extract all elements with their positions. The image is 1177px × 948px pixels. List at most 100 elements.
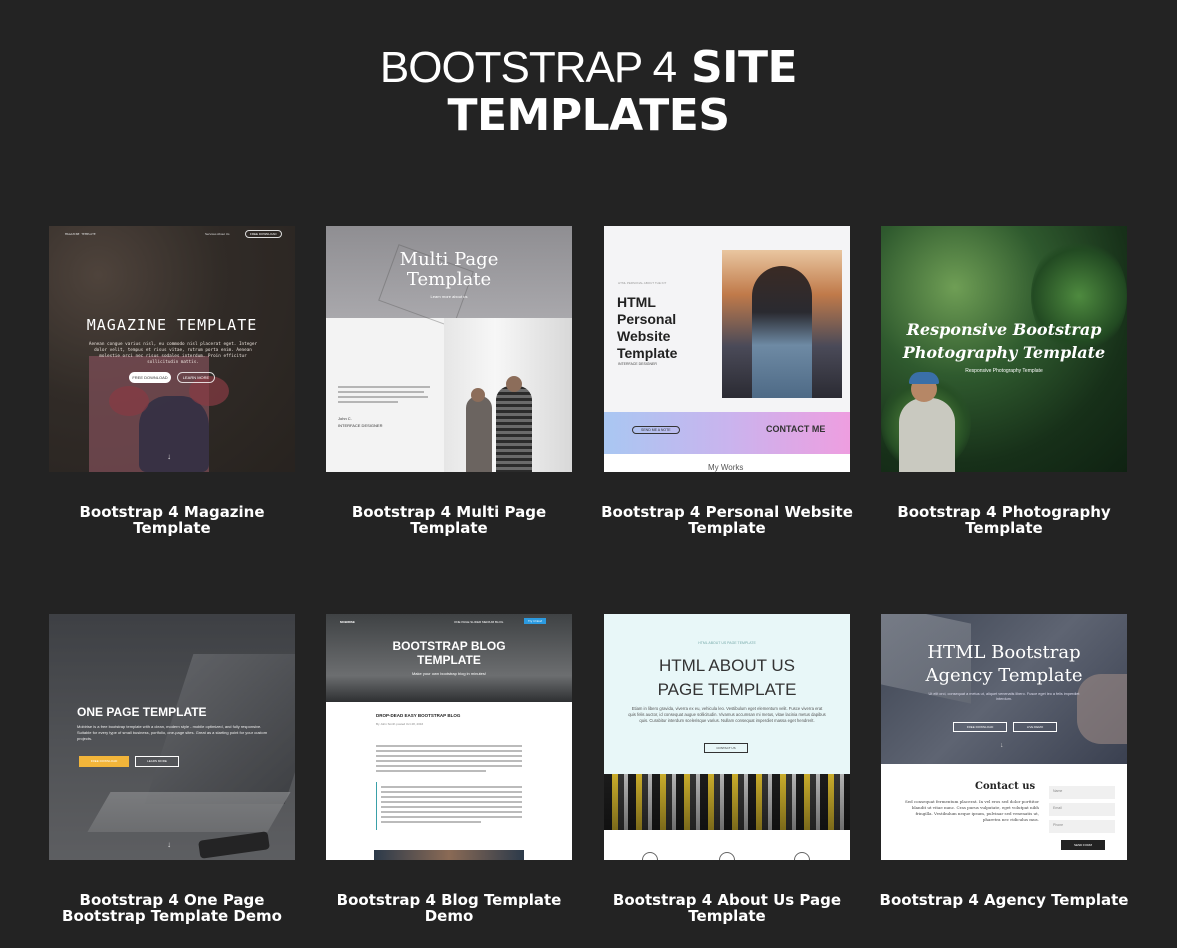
template-title[interactable]: Bootstrap 4 Agency Template: [861, 892, 1147, 908]
caption-line-2[interactable]: Template: [410, 519, 487, 537]
blockquote-bar: [376, 782, 377, 830]
nav-brand[interactable]: MAGAZINE TEMPLATE: [65, 232, 96, 236]
hero-kicker: HTML PERSONAL ABOUT THE KIT: [618, 281, 667, 285]
post-title: DROP-DEAD EASY BOOTSTRAP BLOG: [376, 713, 461, 718]
page-title-light: BOOTSTRAP 4: [379, 43, 677, 92]
caption-line-2[interactable]: Template: [965, 519, 1042, 537]
template-card-magazine[interactable]: MAGAZINE TEMPLATE Services About Us FREE…: [49, 226, 295, 536]
template-card-one-page[interactable]: ONE PAGE TEMPLATE Mobirise is a free boo…: [49, 614, 295, 924]
text-line: [381, 821, 481, 823]
caption-line-2[interactable]: Demo: [425, 907, 474, 925]
person-2: [496, 386, 532, 472]
nav-links[interactable]: ONE PAGE SLIDER MEDIUM BLOG: [454, 620, 503, 624]
hero-title-line-1: HTML ABOUT US: [658, 656, 796, 675]
template-card-photography[interactable]: Responsive Bootstrap Photography Templat…: [881, 226, 1127, 536]
hero-text: Mobirise is a free bootstrap template wi…: [77, 724, 268, 741]
hero-title-line-1: Responsive Bootstrap: [906, 320, 1102, 339]
template-card-multi-page[interactable]: Multi Page Template Learn more about us …: [326, 226, 572, 536]
template-title[interactable]: Bootstrap 4 About Us Page Template: [584, 892, 870, 924]
post-meta: By John Smith posted Oct 28, 2016: [376, 722, 424, 726]
works-heading: My Works: [708, 463, 744, 472]
text-line: [376, 755, 522, 757]
arrow-down-icon[interactable]: ↓: [167, 840, 171, 849]
text-line: [338, 391, 424, 393]
template-title[interactable]: Bootstrap 4 Blog Template Demo: [306, 892, 592, 924]
template-title[interactable]: Bootstrap 4 One Page Bootstrap Template …: [29, 892, 315, 924]
page-title: BOOTSTRAP 4 SITE TEMPLATES: [0, 44, 1177, 140]
contact-us-button[interactable]: CONTACT US: [704, 743, 748, 753]
nav-brand[interactable]: MOBIRISE: [340, 620, 355, 624]
hero-subtitle: Learn more about us: [430, 294, 468, 299]
phone-field[interactable]: Phone: [1049, 820, 1115, 833]
template-thumbnail-magazine[interactable]: MAGAZINE TEMPLATE Services About Us FREE…: [49, 226, 295, 472]
portrait-figure: [752, 266, 812, 398]
free-download-button[interactable]: FREE DOWNLOAD: [79, 756, 129, 767]
template-card-about-us[interactable]: HTML ABOUT US PAGE TEMPLATE HTML ABOUT U…: [604, 614, 850, 924]
hero-title: HTML Personal Website Template: [617, 294, 677, 362]
template-title[interactable]: Bootstrap 4 Magazine Template: [29, 504, 315, 536]
feature-icon-3: [794, 852, 810, 860]
author-role: INTERFACE DESIGNER: [338, 423, 383, 428]
hero-title: MAGAZINE TEMPLATE: [86, 316, 258, 334]
live-demo-button[interactable]: LIVE DEMO: [1013, 722, 1057, 732]
learn-more-button[interactable]: LEARN MORE: [135, 756, 179, 767]
free-download-button[interactable]: FREE DOWNLOAD: [129, 372, 171, 383]
hero-title-line-1: HTML Bootstrap: [927, 642, 1081, 663]
template-card-agency[interactable]: HTML Bootstrap Agency Template Ut elit o…: [880, 614, 1128, 924]
feature-icon-1: [642, 852, 658, 860]
contact-heading: Contact us: [975, 781, 1036, 792]
post-image: [374, 850, 524, 860]
text-line: [376, 760, 522, 762]
hero-title-line-1: Multi Page: [399, 249, 499, 270]
contact-heading: CONTACT ME: [766, 424, 826, 434]
template-thumbnail-about-us[interactable]: HTML ABOUT US PAGE TEMPLATE HTML ABOUT U…: [604, 614, 850, 860]
send-form-button[interactable]: SEND FORM: [1061, 840, 1105, 850]
hero-text: Etiam in libero gravida, viverra ex eu, …: [628, 706, 826, 723]
phone-field-placeholder: Phone: [1053, 823, 1064, 827]
name-field[interactable]: Name: [1049, 786, 1115, 799]
arrow-down-icon[interactable]: ↓: [1000, 742, 1004, 749]
text-line: [381, 811, 522, 813]
nav-download-button[interactable]: FREE DOWNLOAD: [245, 230, 282, 238]
template-thumbnail-blog[interactable]: MOBIRISE ONE PAGE SLIDER MEDIUM BLOG Try…: [326, 614, 572, 860]
hero-subtitle: Responsive Photography Template: [965, 368, 1043, 374]
text-line: [381, 816, 522, 818]
free-download-button[interactable]: FREE DOWNLOAD: [953, 722, 1007, 732]
template-card-personal-website[interactable]: HTML PERSONAL ABOUT THE KIT HTML Persona…: [601, 226, 853, 536]
hero-title-line-2: Template: [406, 269, 492, 290]
hero-title-line-4: Template: [617, 345, 678, 361]
hero-title-line-1: BOOTSTRAP BLOG: [392, 639, 506, 653]
caption-line-1[interactable]: Bootstrap 4 Agency Template: [880, 891, 1129, 909]
try-now-button[interactable]: Try it Now!: [524, 618, 547, 624]
caption-line-2[interactable]: Template: [133, 519, 210, 537]
text-line: [376, 750, 522, 752]
caption-line-2[interactable]: Template: [688, 519, 765, 537]
hero-title-line-2: Agency Template: [925, 665, 1083, 686]
email-field-placeholder: Email: [1053, 806, 1062, 810]
arrow-down-icon[interactable]: ↓: [167, 452, 171, 461]
hero-title-line-3: Website: [617, 328, 671, 344]
caption-line-2[interactable]: Template: [688, 907, 765, 925]
send-note-button[interactable]: SEND ME A NOTE: [632, 426, 680, 434]
nav-links[interactable]: Services About Us: [205, 232, 230, 236]
template-title[interactable]: Bootstrap 4 Photography Template: [861, 504, 1147, 536]
page-title-bold-1: SITE: [690, 42, 798, 93]
template-card-blog[interactable]: MOBIRISE ONE PAGE SLIDER MEDIUM BLOG Try…: [326, 614, 572, 924]
text-line: [381, 796, 522, 798]
caption-line-2[interactable]: Bootstrap Template Demo: [62, 907, 282, 925]
template-thumbnail-agency[interactable]: HTML Bootstrap Agency Template Ut elit o…: [881, 614, 1127, 860]
learn-more-button[interactable]: LEARN MORE: [177, 372, 215, 383]
hero-title-line-2: PAGE TEMPLATE: [657, 680, 797, 699]
template-thumbnail-personal-website[interactable]: HTML PERSONAL ABOUT THE KIT HTML Persona…: [604, 226, 850, 472]
text-line: [376, 770, 486, 772]
template-thumbnail-multi-page[interactable]: Multi Page Template Learn more about us …: [326, 226, 572, 472]
email-field[interactable]: Email: [1049, 803, 1115, 816]
template-title[interactable]: Bootstrap 4 Multi Page Template: [306, 504, 592, 536]
template-title[interactable]: Bootstrap 4 Personal Website Template: [584, 504, 870, 536]
photographer-body: [899, 398, 955, 472]
hero-subtitle: Ut elit orci, consequat a metus ut, aliq…: [928, 692, 1080, 701]
hero-title: BOOTSTRAP BLOG TEMPLATE: [326, 639, 572, 667]
template-thumbnail-photography[interactable]: Responsive Bootstrap Photography Templat…: [881, 226, 1127, 472]
page-title-bold-2: TEMPLATES: [447, 90, 730, 141]
template-thumbnail-one-page[interactable]: ONE PAGE TEMPLATE Mobirise is a free boo…: [49, 614, 295, 860]
